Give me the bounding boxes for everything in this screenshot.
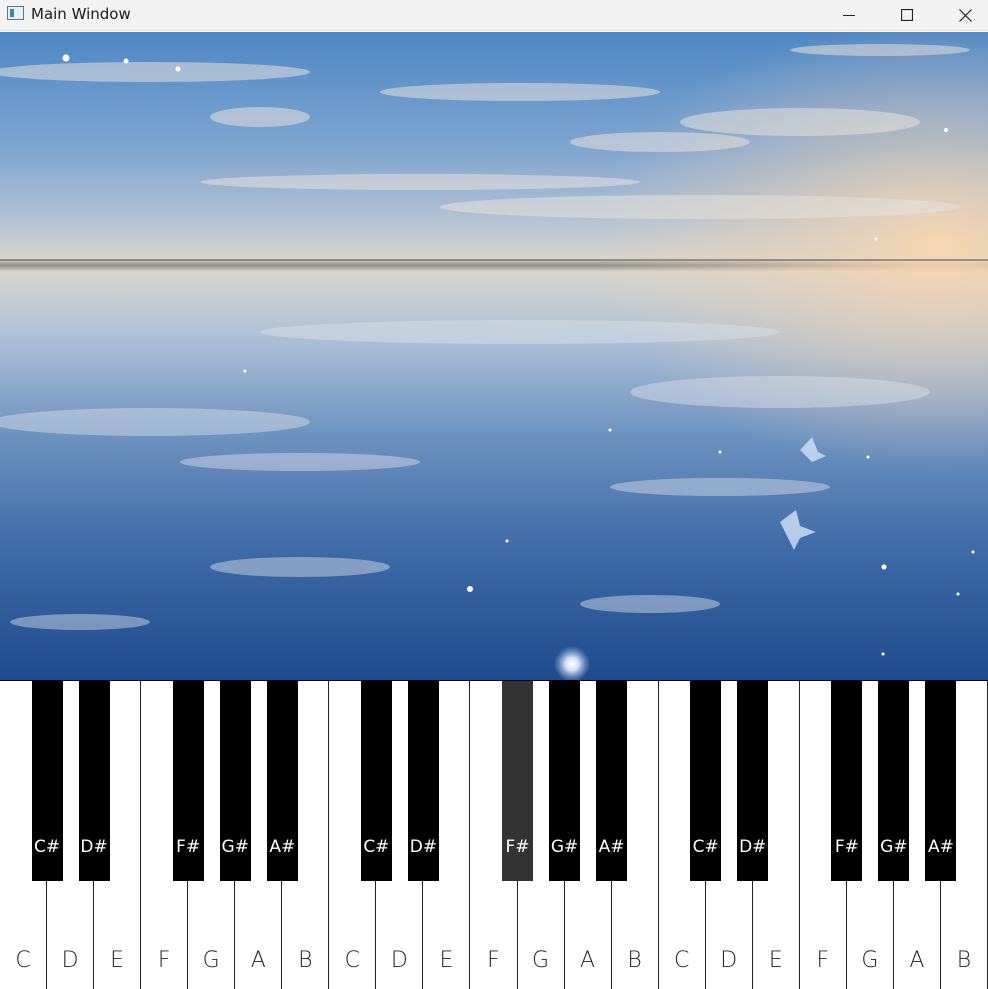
white-key-label: F [157, 948, 171, 973]
black-key-label: A# [928, 837, 954, 857]
white-key-label: D [390, 948, 408, 973]
black-key-label: C# [692, 837, 719, 857]
minimize-button[interactable] [826, 0, 872, 30]
white-key-label: G [861, 948, 879, 973]
white-key-label: D [61, 948, 79, 973]
black-key-a-sharp[interactable]: A# [266, 681, 298, 881]
white-key-label: A [250, 948, 266, 973]
maximize-icon [901, 9, 913, 21]
white-key-label: F [816, 948, 830, 973]
white-key-label: C [344, 948, 361, 973]
black-key-c-sharp[interactable]: C# [31, 681, 63, 881]
white-key-label: B [627, 948, 642, 973]
minimize-icon [843, 15, 855, 16]
close-button[interactable] [942, 0, 988, 30]
black-key-label: G# [880, 837, 908, 857]
white-key-label: F [487, 948, 500, 973]
black-key-g-sharp[interactable]: G# [219, 681, 251, 881]
white-key-label: E [110, 948, 125, 973]
white-key-label: A [909, 948, 925, 973]
black-key-label: A# [598, 837, 625, 857]
white-key-label: B [298, 948, 313, 973]
black-key-label: A# [269, 837, 296, 857]
black-key-g-sharp[interactable]: G# [549, 681, 581, 881]
black-key-label: C# [33, 837, 61, 857]
black-key-f-sharp[interactable]: F# [172, 681, 204, 881]
maximize-button[interactable] [884, 0, 930, 30]
black-key-g-sharp[interactable]: G# [878, 681, 910, 881]
black-key-c-sharp[interactable]: C# [690, 681, 722, 881]
black-key-f-sharp[interactable]: F# [831, 681, 863, 881]
black-key-label: F# [834, 837, 859, 857]
black-key-d-sharp[interactable]: D# [78, 681, 110, 881]
black-key-label: F# [176, 837, 201, 857]
white-key-label: G [202, 948, 220, 973]
black-key-label: F# [505, 837, 530, 857]
white-key-label: E [768, 948, 783, 973]
white-key-label: B [956, 948, 972, 973]
black-key-label: D# [80, 837, 108, 857]
window-title: Main Window [31, 5, 131, 23]
white-key-label: G [532, 948, 550, 973]
black-key-label: G# [550, 837, 579, 857]
black-key-c-sharp[interactable]: C# [360, 681, 392, 881]
white-key-label: E [439, 948, 454, 973]
black-key-f-sharp[interactable]: F# [502, 681, 534, 881]
piano-keyboard: C D E F G A B C D E F G A B C D E F G A B C# D# F# G# A# C# D# F# G# A… [0, 680, 988, 989]
black-key-a-sharp[interactable]: A# [925, 681, 957, 881]
close-icon [958, 8, 972, 22]
white-key-label: C [673, 948, 690, 973]
black-key-d-sharp[interactable]: D# [407, 681, 439, 881]
white-key-label: A [580, 948, 596, 973]
white-key-label: D [720, 948, 738, 973]
black-key-d-sharp[interactable]: D# [737, 681, 769, 881]
white-key-label: C [15, 948, 31, 973]
black-key-label: D# [409, 837, 438, 857]
black-key-label: G# [221, 837, 249, 857]
app-window-icon [7, 6, 24, 20]
sky-reflection-image [0, 32, 988, 680]
background-image [0, 32, 988, 680]
black-key-label: C# [363, 837, 390, 857]
title-bar[interactable]: Main Window [0, 0, 988, 31]
black-key-label: D# [739, 837, 767, 857]
black-key-a-sharp[interactable]: A# [596, 681, 628, 881]
